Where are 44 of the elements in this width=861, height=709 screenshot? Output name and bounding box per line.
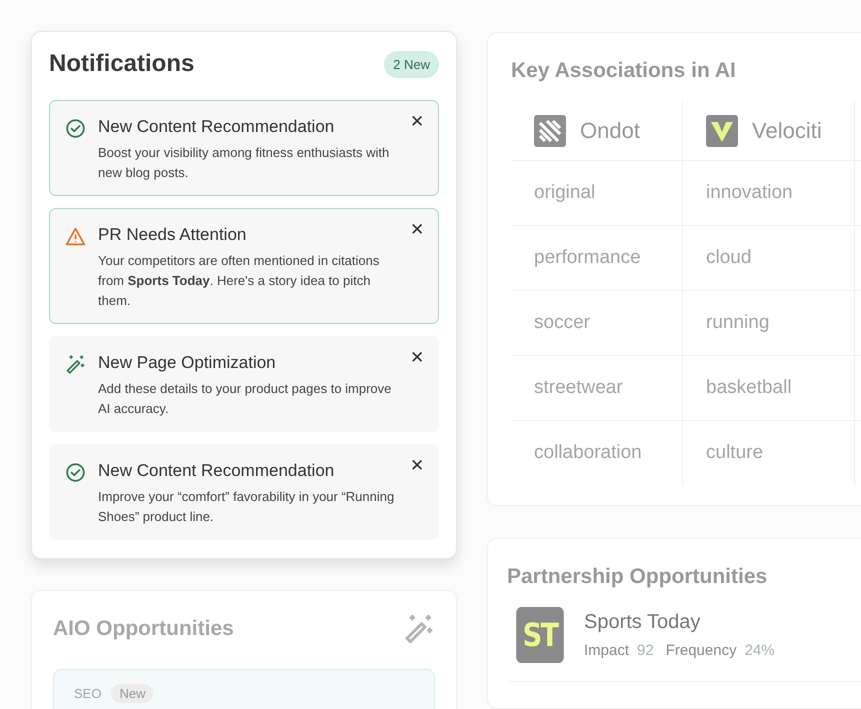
notification-title: New Content Recommendation — [98, 117, 336, 137]
table-cell: soccer — [511, 291, 683, 356]
close-button[interactable]: ✕ — [410, 111, 424, 132]
check-circle-icon — [65, 118, 86, 139]
metric-value: 24% — [744, 642, 775, 659]
stripes-logo-icon — [534, 114, 566, 146]
column-header: Ondot — [580, 118, 640, 144]
partner-name: Sports Today — [584, 611, 702, 634]
new-count-badge: 2 New — [384, 50, 439, 78]
table-cell: culture — [683, 421, 855, 485]
table-cell: performance — [511, 226, 683, 291]
partner-logo: ST — [516, 607, 564, 663]
warning-icon — [65, 226, 86, 247]
close-button[interactable]: ✕ — [410, 455, 424, 476]
card-title: AIO Opportunities — [53, 617, 234, 641]
metric-label: Frequency — [666, 642, 737, 659]
card-title: Key Associations in AI — [511, 59, 737, 83]
close-button[interactable]: ✕ — [410, 219, 424, 240]
category-label: SEO — [74, 686, 102, 701]
notification-text: Improve your “comfort” favorability in your “Running Shoes” product line. — [98, 488, 396, 526]
card-title: Partnership Opportunities — [507, 565, 768, 589]
notification-title: PR Needs Attention — [98, 225, 248, 245]
magic-wand-icon — [403, 613, 435, 645]
close-button[interactable]: ✕ — [410, 347, 424, 368]
notification-text: Add these details to your product pages to improve AI accuracy. — [98, 380, 392, 418]
new-badge: New — [111, 684, 154, 703]
column-header: Velociti — [752, 118, 822, 144]
table-cell: collaboration — [511, 421, 683, 485]
table-cell: innovation — [683, 161, 855, 226]
metric-value: 92 — [637, 642, 654, 659]
metric-label: Impact — [584, 642, 630, 659]
check-circle-icon — [65, 462, 86, 483]
table-cell: running — [683, 291, 855, 356]
table-cell: cloud — [683, 226, 855, 291]
table-cell: original — [511, 161, 683, 226]
table-cell: streetwear — [511, 356, 683, 421]
notification-text: Your competitors are often mentioned in citations from Sports Today. Here's a story idea to pitch them. — [98, 252, 380, 310]
notification-text: Boost your visibility among fitness enthusiasts with new blog posts. — [98, 144, 390, 182]
v-logo-icon — [706, 114, 738, 146]
table-cell: basketball — [683, 356, 855, 421]
notification-title: New Page Optimization — [98, 353, 277, 373]
magic-wand-icon — [65, 354, 86, 375]
panel-title: Notifications — [49, 50, 194, 78]
notification-title: New Content Recommendation — [98, 461, 336, 481]
